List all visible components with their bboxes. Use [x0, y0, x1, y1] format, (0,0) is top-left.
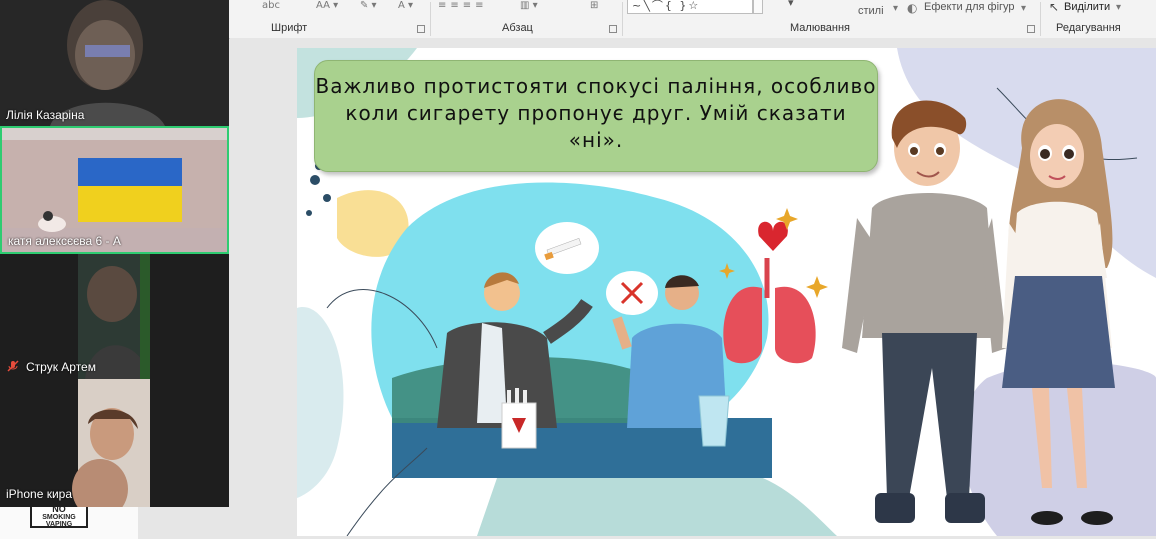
shapes-gallery-scroll[interactable]: [753, 0, 763, 14]
highlight-icon[interactable]: ✎ ▾: [360, 0, 377, 11]
ribbon-separator: [430, 2, 431, 36]
participant-tile[interactable]: iPhone кира: [0, 379, 229, 507]
badge-line: VAPING: [45, 521, 73, 528]
paragraph-dialog-launcher-icon[interactable]: [609, 25, 617, 33]
ribbon-separator: [622, 2, 623, 36]
dropdown-icon[interactable]: ▾: [1021, 3, 1026, 14]
participant-name: катя алексєєва 6 - А: [8, 234, 121, 248]
smartart-icon[interactable]: ⊞: [590, 0, 598, 11]
ribbon-separator: [1040, 2, 1041, 36]
font-dialog-launcher-icon[interactable]: [417, 25, 425, 33]
participant-tile[interactable]: Струк Артем: [0, 254, 229, 379]
dropdown-icon[interactable]: ▾: [893, 3, 898, 14]
dropdown-icon[interactable]: ▾: [1116, 2, 1121, 13]
participant-name: Струк Артем: [26, 360, 96, 374]
arrange-button[interactable]: ▾: [788, 0, 794, 9]
video-participants-panel: Лілія Казаріна катя алексєєва 6 - А Стру…: [0, 0, 229, 507]
font-strike-icon[interactable]: abc: [262, 0, 280, 11]
group-label-editing: Редагування: [1056, 22, 1121, 34]
cursor-arrow-icon: ↖: [1049, 0, 1060, 14]
participant-name: Лілія Казаріна: [6, 108, 85, 122]
slide-title: Важливо протистояти спокусі паління, осо…: [315, 74, 877, 152]
group-label-font: Шрифт: [271, 22, 308, 34]
quick-styles-button[interactable]: стилі: [858, 5, 884, 17]
badge-line: SMOKING: [42, 514, 76, 521]
font-size-icon[interactable]: AA ▾: [316, 0, 338, 11]
group-label-paragraph: Абзац: [502, 22, 533, 34]
shapes-gallery[interactable]: ~╲⌒{ }☆: [627, 0, 753, 14]
font-color-icon[interactable]: A ▾: [398, 0, 413, 11]
align-icons[interactable]: ≡≡≡≡: [438, 0, 488, 11]
select-button[interactable]: Виділити: [1064, 1, 1110, 13]
participant-tile[interactable]: Лілія Казаріна: [0, 0, 229, 126]
columns-icon[interactable]: ▥ ▾: [520, 0, 538, 11]
shape-effects-icon[interactable]: ◐: [907, 1, 917, 15]
participant-tile-active-speaker[interactable]: катя алексєєва 6 - А: [0, 126, 229, 254]
shape-effects-button[interactable]: Ефекти для фігур: [924, 1, 1015, 13]
group-label-drawing: Малювання: [790, 22, 851, 34]
slide-title-box[interactable]: Важливо протистояти спокусі паління, осо…: [314, 60, 878, 172]
slide[interactable]: Важливо протистояти спокусі паління, осо…: [297, 48, 1156, 536]
drawing-dialog-launcher-icon[interactable]: [1027, 25, 1035, 33]
mic-muted-icon: [7, 360, 19, 372]
participant-name: iPhone кира: [6, 487, 72, 501]
